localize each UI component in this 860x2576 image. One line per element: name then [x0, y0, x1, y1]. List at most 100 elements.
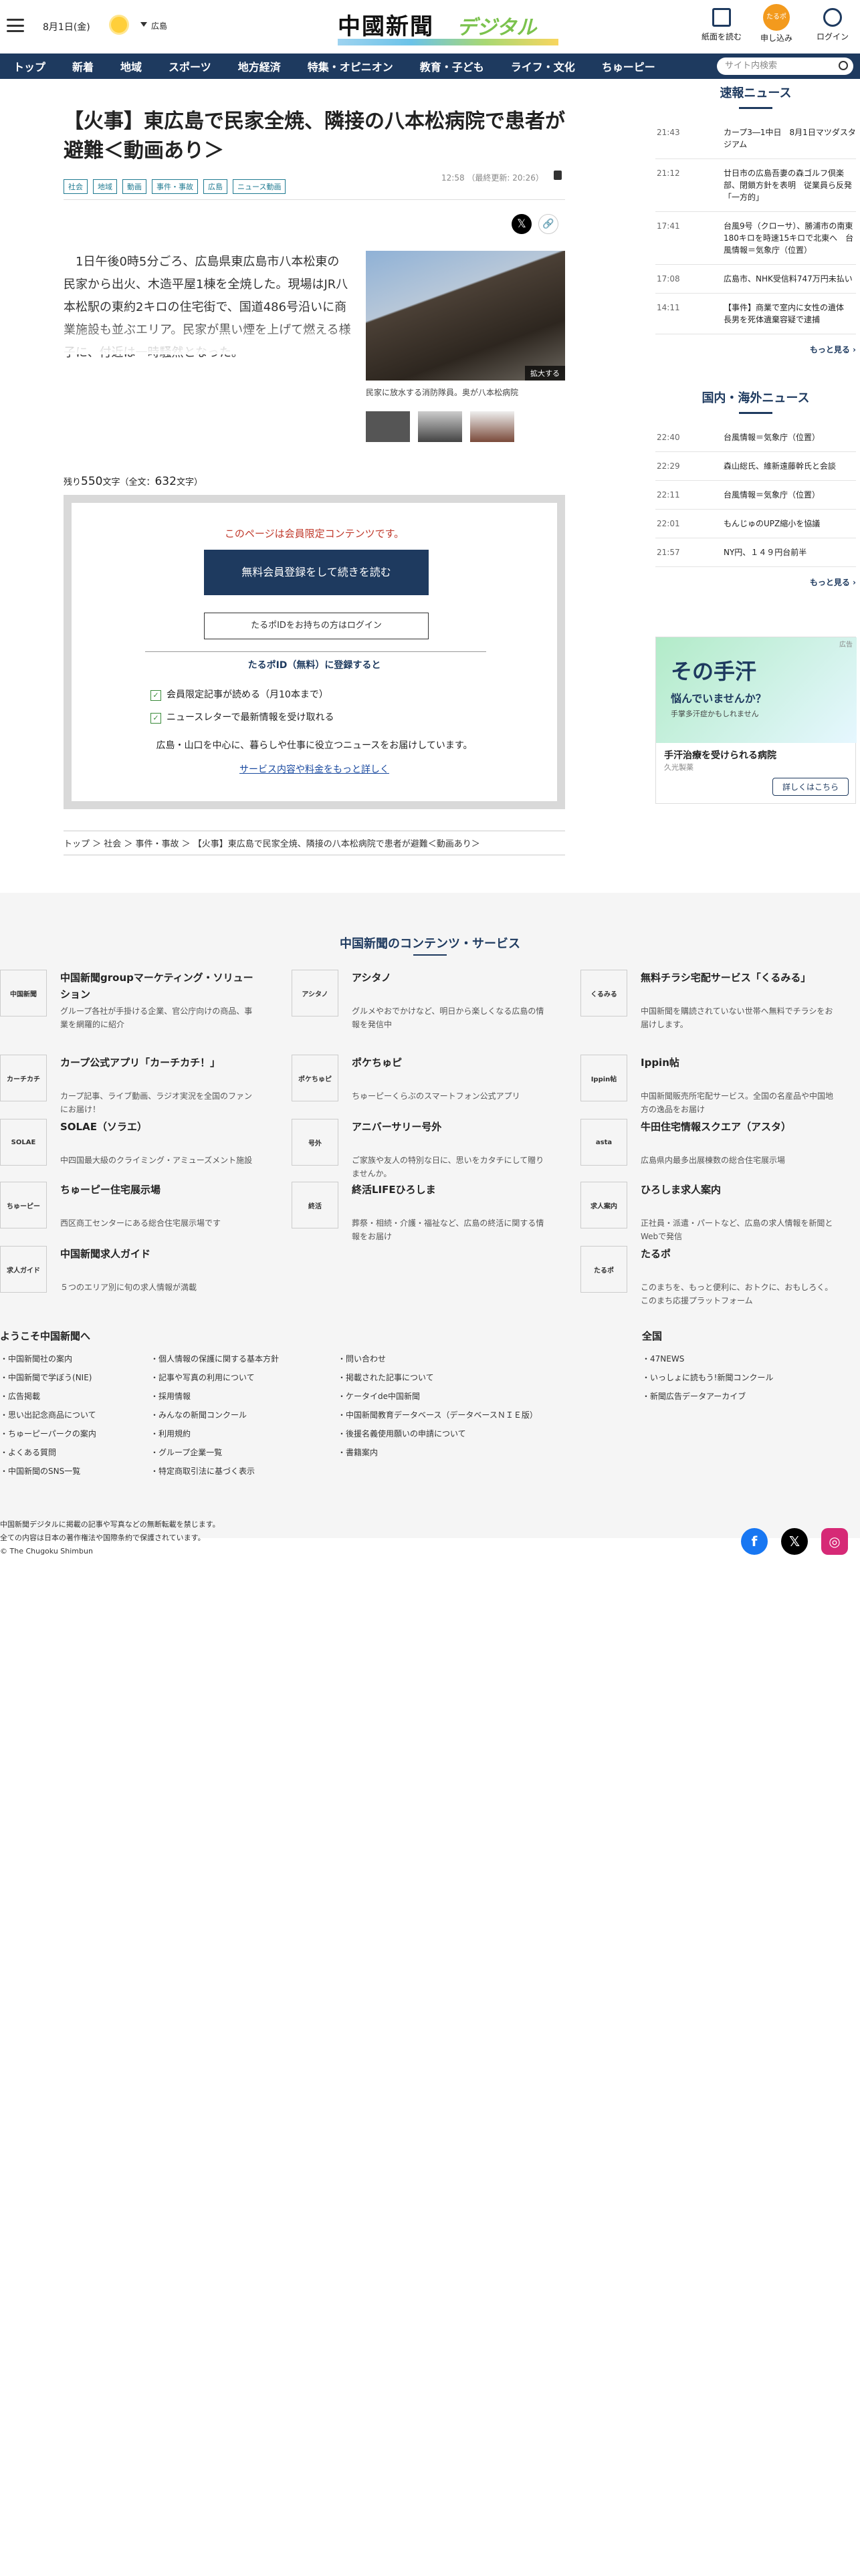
- service-item[interactable]: 求人ガイド 中国新聞求人ガイド ５つのエリア別に旬の求人情報が満載: [0, 1246, 254, 1302]
- service-item[interactable]: カーチカチ カープ公式アプリ「カーチカチ！」 カープ記事、ライブ動画、ラジオ実況を全…: [0, 1055, 254, 1114]
- footer-link[interactable]: 後援名義使用願いの申請について: [338, 1424, 538, 1443]
- footer-link[interactable]: 中国新聞で学ぼう(NIE): [0, 1368, 96, 1387]
- list-item[interactable]: 21:57 NY円、１４９円台前半: [655, 538, 856, 567]
- service-item[interactable]: SOLAE SOLAE（ソラエ） 中四国最大級のクライミング・アミューズメント施設: [0, 1119, 254, 1175]
- login-id-button[interactable]: たるポIDをお持ちの方はログイン: [204, 613, 429, 639]
- service-item[interactable]: ポケちゅピ ポケちゅピ ちゅーピーくらぶのスマートフォン公式アプリ: [292, 1055, 546, 1111]
- list-item[interactable]: 22:40 台風情報＝気象庁（位置）: [655, 423, 856, 452]
- nav-item-top[interactable]: トップ: [0, 58, 59, 74]
- world-more-link[interactable]: もっと見る: [655, 576, 856, 588]
- apply-button[interactable]: たるポ 申し込み: [753, 4, 800, 43]
- service-name[interactable]: カープ公式アプリ「カーチカチ！」: [60, 1055, 254, 1071]
- service-item[interactable]: たるポ たるポ このまちを、もっと便利に、おトクに、おもしろく。このまち応援プラット…: [580, 1246, 835, 1305]
- footer-link[interactable]: よくある質問: [0, 1443, 96, 1462]
- footer-link[interactable]: 特定商取引法に基づく表示: [150, 1462, 279, 1481]
- read-paper-button[interactable]: 紙面を読む: [698, 8, 745, 42]
- service-item[interactable]: asta 牛田住宅情報スクエア（アスタ） 広島県内最多出展棟数の総合住宅展示場: [580, 1119, 835, 1175]
- login-button[interactable]: ログイン: [809, 8, 856, 42]
- thumbnail[interactable]: [366, 411, 410, 442]
- article-photo[interactable]: 拡大する: [366, 251, 565, 381]
- breadcrumb[interactable]: トップ ＞ 社会 ＞ 事件・事故 ＞ 【火事】東広島で民家全焼、隣接の八本松病院…: [64, 831, 565, 855]
- thumbnail[interactable]: [470, 411, 514, 442]
- footer-link[interactable]: 広告掲載: [0, 1387, 96, 1406]
- service-name[interactable]: ちゅーピー住宅展示場: [60, 1182, 254, 1198]
- nav-item-region[interactable]: 地域: [107, 58, 155, 74]
- nav-item-sports[interactable]: スポーツ: [155, 58, 225, 74]
- footer-link[interactable]: 思い出記念商品について: [0, 1406, 96, 1424]
- site-logo[interactable]: 中國新聞 デジタル: [338, 8, 558, 45]
- list-item[interactable]: 14:11 【事件】商業で室内に女性の遺体 長男を死体遺棄容疑で逮捕: [655, 294, 856, 334]
- list-item[interactable]: 22:01 もんじゅのUPZ縮小を協議: [655, 510, 856, 538]
- ad-title[interactable]: 手汗治療を受けられる病院: [664, 748, 776, 762]
- footer-link[interactable]: 中国新聞社の案内: [0, 1350, 96, 1368]
- list-item[interactable]: 22:29 森山総氏、維新遠藤幹氏と会談: [655, 452, 856, 481]
- footer-link[interactable]: みんなの新聞コンクール: [150, 1406, 279, 1424]
- service-item[interactable]: くるみる 無料チラシ宅配サービス「くるみる」 中国新聞を購読されていない世帯へ無料で…: [580, 970, 835, 1029]
- service-name[interactable]: Ippin帖: [641, 1055, 835, 1071]
- nav-item-new[interactable]: 新着: [59, 58, 107, 74]
- tag-item[interactable]: 事件・事故: [152, 179, 198, 194]
- service-item[interactable]: 号外 アニバーサリー号外 ご家族や友人の特別な日に、思いをカタチにして贈りませんか。: [292, 1119, 546, 1178]
- footer-link[interactable]: 新聞広告データアーカイブ: [642, 1387, 773, 1406]
- x-icon[interactable]: 𝕏: [781, 1528, 808, 1555]
- service-name[interactable]: アニバーサリー号外: [352, 1119, 546, 1136]
- tag-item[interactable]: 社会: [64, 179, 88, 194]
- search-input[interactable]: サイト内検索: [717, 58, 853, 75]
- footer-link[interactable]: 記事や写真の利用について: [150, 1368, 279, 1387]
- tag-item[interactable]: 動画: [122, 179, 146, 194]
- x-share-icon[interactable]: 𝕏: [512, 214, 532, 234]
- footer-link[interactable]: 中国新聞のSNS一覧: [0, 1462, 96, 1481]
- service-item[interactable]: 中国新聞 中国新聞groupマーケティング・ソリューション グループ各社が手掛ける企…: [0, 970, 254, 1029]
- service-item[interactable]: ちゅーピー ちゅーピー住宅展示場 西区商工センターにある総合住宅展示場です: [0, 1182, 254, 1238]
- list-item[interactable]: 17:08 広島市、NHK受信料747万円未払い: [655, 265, 856, 294]
- list-item[interactable]: 17:41 台風9号（クローサ）、勝浦市の南東180キロを時速15キロで北東へ 台…: [655, 212, 856, 265]
- menu-icon[interactable]: [7, 19, 24, 32]
- service-detail-link[interactable]: サービス内容や料金をもっと詳しく: [72, 762, 557, 776]
- service-name[interactable]: たるポ: [641, 1246, 835, 1263]
- service-name[interactable]: 無料チラシ宅配サービス「くるみる」: [641, 970, 835, 986]
- copy-link-icon[interactable]: 🔗: [538, 214, 558, 234]
- facebook-icon[interactable]: f: [741, 1528, 768, 1555]
- service-name[interactable]: 中国新聞求人ガイド: [60, 1246, 254, 1263]
- tag-item[interactable]: ニュース動画: [233, 179, 286, 194]
- register-button[interactable]: 無料会員登録をして続きを読む: [204, 550, 429, 595]
- ad-banner[interactable]: その手汗 悩んでいませんか？ 手掌多汗症かもしれません 広告 手汗治療を受けられ…: [655, 637, 857, 804]
- nav-item-life[interactable]: ライフ・文化: [498, 58, 588, 74]
- nav-item-economy[interactable]: 地方経済: [225, 58, 294, 74]
- search-icon[interactable]: [839, 61, 848, 70]
- service-item[interactable]: アシタノ アシタノ グルメやおでかけなど、明日から楽しくなる広島の情報を発信中: [292, 970, 546, 1029]
- footer-link[interactable]: 中国新聞教育データベース（データベースＮＩＥ版）: [338, 1406, 538, 1424]
- footer-link[interactable]: 問い合わせ: [338, 1350, 538, 1368]
- footer-link[interactable]: グループ企業一覧: [150, 1443, 279, 1462]
- enlarge-button[interactable]: 拡大する: [525, 366, 565, 381]
- service-name[interactable]: 終活LIFEひろしま: [352, 1182, 546, 1198]
- footer-link[interactable]: ちゅーピーパークの案内: [0, 1424, 96, 1443]
- footer-link[interactable]: ケータイde中国新聞: [338, 1387, 538, 1406]
- list-item[interactable]: 21:43 カープ3―1中日 8月1日マツダスタジアム: [655, 118, 856, 159]
- service-name[interactable]: SOLAE（ソラエ）: [60, 1119, 254, 1136]
- footer-link[interactable]: 個人情報の保護に関する基本方針: [150, 1350, 279, 1368]
- service-name[interactable]: ポケちゅピ: [352, 1055, 546, 1071]
- service-item[interactable]: Ippin帖 Ippin帖 中国新聞販売所宅配サービス。全国の名産品や中国地方の逸品…: [580, 1055, 835, 1114]
- nav-item-chupy[interactable]: ちゅーピー: [588, 58, 669, 74]
- footer-link[interactable]: 利用規約: [150, 1424, 279, 1443]
- footer-link[interactable]: 採用情報: [150, 1387, 279, 1406]
- list-item[interactable]: 21:12 廿日市の広島吾妻の森ゴルフ倶楽部、閉鎖方針を表明 従業員ら反発「一方的…: [655, 159, 856, 212]
- service-item[interactable]: 求人案内 ひろしま求人案内 正社員・派遣・パートなど、広島の求人情報を新聞とWebで…: [580, 1182, 835, 1241]
- tag-item[interactable]: 広島: [203, 179, 227, 194]
- ad-cta-button[interactable]: 詳しくはこちら: [772, 778, 849, 796]
- service-name[interactable]: 中国新聞groupマーケティング・ソリューション: [60, 970, 254, 1003]
- ad-image[interactable]: その手汗 悩んでいませんか？ 手掌多汗症かもしれません: [656, 637, 857, 743]
- footer-link[interactable]: 掲載された記事について: [338, 1368, 538, 1387]
- nav-item-education[interactable]: 教育・子ども: [407, 58, 498, 74]
- service-name[interactable]: 牛田住宅情報スクエア（アスタ）: [641, 1119, 835, 1136]
- service-name[interactable]: アシタノ: [352, 970, 546, 986]
- breaking-more-link[interactable]: もっと見る: [655, 344, 856, 355]
- nav-item-opinion[interactable]: 特集・オピニオン: [294, 58, 407, 74]
- instagram-icon[interactable]: ◎: [821, 1528, 848, 1555]
- footer-link[interactable]: 書籍案内: [338, 1443, 538, 1462]
- thumbnail[interactable]: [418, 411, 462, 442]
- service-item[interactable]: 終活 終活LIFEひろしま 葬祭・相続・介護・福祉など、広島の終活に関する情報をお届…: [292, 1182, 546, 1241]
- footer-link[interactable]: 47NEWS: [642, 1350, 773, 1368]
- footer-link[interactable]: いっしょに読もう!新聞コンクール: [642, 1368, 773, 1387]
